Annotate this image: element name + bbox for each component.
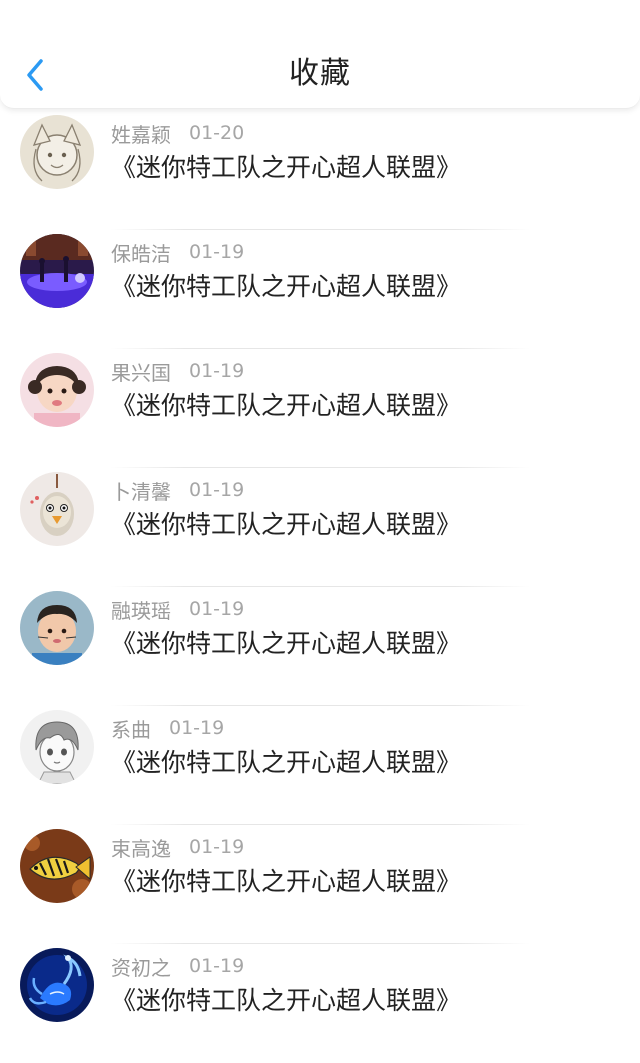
item-date: 01-19	[189, 241, 245, 263]
item-title: 《迷你特工队之开心超人联盟》	[111, 748, 462, 777]
avatar[interactable]	[20, 829, 94, 903]
item-date: 01-19	[189, 955, 245, 977]
top-bar: 收藏	[0, 0, 640, 109]
avatar[interactable]	[20, 472, 94, 546]
page-title: 收藏	[289, 56, 351, 91]
item-title: 《迷你特工队之开心超人联盟》	[111, 391, 462, 420]
user-name: 保皓洁	[111, 241, 171, 266]
list-item[interactable]: 融瑛瑶 01-19 《迷你特工队之开心超人联盟》	[0, 587, 640, 706]
item-title: 《迷你特工队之开心超人联盟》	[111, 153, 462, 182]
list-item[interactable]: 卜清馨 01-19 《迷你特工队之开心超人联盟》	[0, 468, 640, 587]
list-item[interactable]: 资初之 01-19 《迷你特工队之开心超人联盟》	[0, 944, 640, 1063]
avatar[interactable]	[20, 710, 94, 784]
user-name: 果兴国	[111, 360, 171, 385]
list-item[interactable]: 保皓洁 01-19 《迷你特工队之开心超人联盟》	[0, 230, 640, 349]
item-date: 01-19	[169, 717, 225, 739]
item-title: 《迷你特工队之开心超人联盟》	[111, 629, 462, 658]
user-name: 系曲	[111, 717, 151, 742]
favorites-list: 姓嘉颖 01-20 《迷你特工队之开心超人联盟》 保皓洁 01-19 《迷你特工…	[0, 111, 640, 1063]
item-date: 01-19	[189, 598, 245, 620]
item-title: 《迷你特工队之开心超人联盟》	[111, 272, 462, 301]
list-item[interactable]: 果兴国 01-19 《迷你特工队之开心超人联盟》	[0, 349, 640, 468]
item-date: 01-19	[189, 479, 245, 501]
user-name: 姓嘉颖	[111, 122, 171, 147]
item-title: 《迷你特工队之开心超人联盟》	[111, 867, 462, 896]
avatar[interactable]	[20, 948, 94, 1022]
avatar[interactable]	[20, 591, 94, 665]
avatar[interactable]	[20, 234, 94, 308]
list-item[interactable]: 姓嘉颖 01-20 《迷你特工队之开心超人联盟》	[0, 111, 640, 230]
item-date: 01-19	[189, 836, 245, 858]
user-name: 束高逸	[111, 836, 171, 861]
avatar[interactable]	[20, 115, 94, 189]
user-name: 资初之	[111, 955, 171, 980]
avatar[interactable]	[20, 353, 94, 427]
list-item[interactable]: 系曲 01-19 《迷你特工队之开心超人联盟》	[0, 706, 640, 825]
item-title: 《迷你特工队之开心超人联盟》	[111, 510, 462, 539]
user-name: 融瑛瑶	[111, 598, 171, 623]
item-title: 《迷你特工队之开心超人联盟》	[111, 986, 462, 1015]
item-date: 01-20	[189, 122, 245, 144]
user-name: 卜清馨	[111, 479, 171, 504]
list-item[interactable]: 束高逸 01-19 《迷你特工队之开心超人联盟》	[0, 825, 640, 944]
item-date: 01-19	[189, 360, 245, 382]
